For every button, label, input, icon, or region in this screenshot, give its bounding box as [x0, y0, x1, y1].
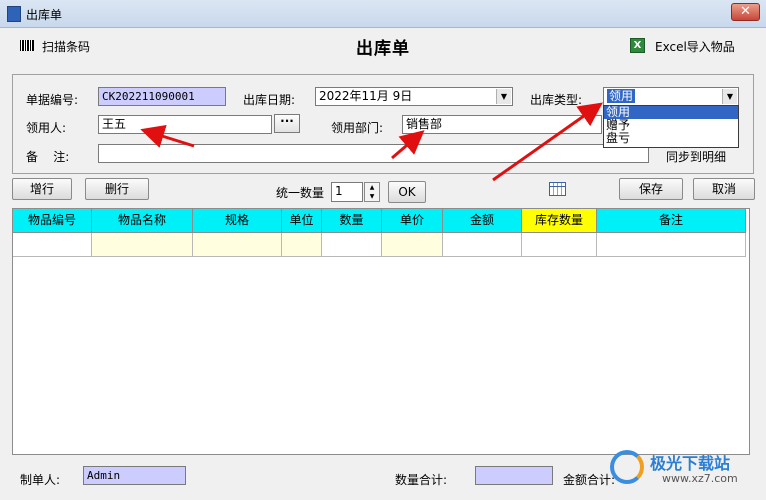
doc-no-field[interactable]: CK202211090001	[98, 87, 226, 106]
app-icon	[7, 6, 21, 22]
table-cell[interactable]	[193, 233, 282, 257]
chevron-down-icon[interactable]: ▼	[496, 89, 511, 104]
type-option[interactable]: 盘亏	[604, 132, 738, 145]
dept-field[interactable]: 销售部	[402, 115, 602, 134]
receiver-browse-button[interactable]: ···	[274, 114, 300, 133]
add-row-button[interactable]: 增行	[12, 178, 72, 200]
cancel-button[interactable]: 取消	[693, 178, 755, 200]
date-picker[interactable]: 2022年11月 9日 ▼	[315, 87, 513, 106]
table-cell[interactable]	[92, 233, 193, 257]
table-cell[interactable]	[322, 233, 382, 257]
qty-total-field	[475, 466, 553, 485]
note-field[interactable]	[98, 144, 649, 163]
receiver-label: 领用人:	[26, 121, 67, 135]
unified-qty-label: 统一数量	[276, 186, 325, 200]
ok-button[interactable]: OK	[388, 181, 426, 203]
amount-total-label: 金额合计:	[563, 473, 616, 487]
title-bar: 出库单 ✕	[0, 0, 766, 28]
column-header[interactable]: 数量	[322, 209, 382, 233]
column-header[interactable]: 金额	[443, 209, 522, 233]
column-header[interactable]: 单位	[282, 209, 322, 233]
type-label: 出库类型:	[530, 93, 583, 107]
type-dropdown-list: 领用 赠予 盘亏	[603, 105, 739, 148]
excel-import-button[interactable]: Excel导入物品	[655, 38, 735, 55]
date-label: 出库日期:	[243, 93, 296, 107]
excel-icon[interactable]: X	[630, 38, 645, 53]
watermark-brand: 极光下载站	[650, 454, 731, 473]
type-select[interactable]: 领用 ▼	[603, 87, 739, 106]
table-cell[interactable]	[597, 233, 746, 257]
column-header[interactable]: 单价	[382, 209, 443, 233]
delete-row-button[interactable]: 删行	[85, 178, 149, 200]
qty-stepper[interactable]: ▲ ▼	[364, 182, 380, 202]
type-value: 领用	[607, 89, 636, 103]
watermark-url: www.xz7.com	[662, 472, 738, 485]
spin-up-icon[interactable]: ▲	[365, 183, 379, 192]
column-header[interactable]: 规格	[193, 209, 282, 233]
watermark: 极光下载站 www.xz7.com	[610, 448, 760, 492]
window-title: 出库单	[26, 8, 63, 22]
watermark-logo-icon	[610, 450, 644, 484]
save-button[interactable]: 保存	[619, 178, 683, 200]
chevron-down-icon[interactable]: ▼	[722, 89, 737, 104]
qty-total-label: 数量合计:	[395, 473, 448, 487]
column-header[interactable]: 备注	[597, 209, 746, 233]
table-cell[interactable]	[382, 233, 443, 257]
table-grid-icon[interactable]	[549, 182, 566, 196]
table-cell[interactable]	[522, 233, 597, 257]
unified-qty-input[interactable]: 1	[331, 182, 363, 202]
doc-no-label: 单据编号:	[26, 93, 79, 107]
page-title: 出库单	[356, 39, 410, 59]
close-button[interactable]: ✕	[731, 3, 760, 21]
table-cell[interactable]	[443, 233, 522, 257]
table-cell[interactable]	[282, 233, 322, 257]
note-label: 备 注:	[26, 150, 70, 164]
items-table[interactable]: 物品编号 物品名称 规格 单位 数量 单价 金额 库存数量 备注	[12, 208, 750, 455]
date-value: 2022年11月 9日	[319, 89, 413, 103]
column-header[interactable]: 物品名称	[92, 209, 193, 233]
maker-field[interactable]: Admin	[83, 466, 186, 485]
column-header[interactable]: 物品编号	[13, 209, 92, 233]
column-header[interactable]: 库存数量	[522, 209, 597, 233]
receiver-field[interactable]: 王五	[98, 115, 272, 134]
dept-label: 领用部门:	[331, 121, 384, 135]
sync-to-detail-label[interactable]: 同步到明细	[666, 148, 726, 165]
maker-label: 制单人:	[20, 473, 61, 487]
table-cell[interactable]	[13, 233, 92, 257]
spin-down-icon[interactable]: ▼	[365, 192, 379, 201]
